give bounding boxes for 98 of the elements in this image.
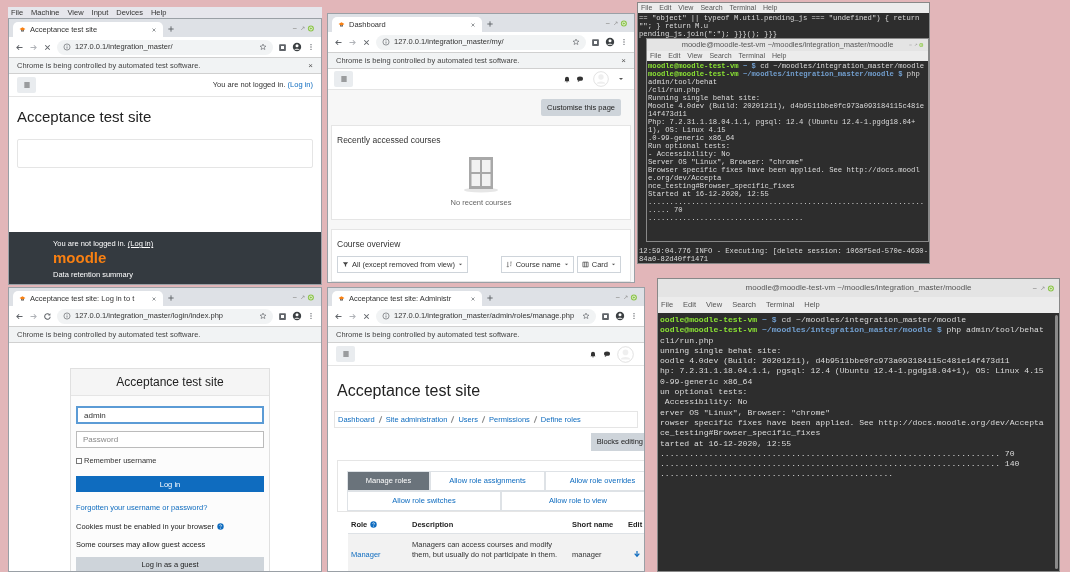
extension-icon[interactable] <box>278 42 287 52</box>
close-icon[interactable] <box>470 295 476 302</box>
terminal-line: un optional tests: <box>660 387 749 398</box>
card-title: Acceptance test site <box>116 374 224 391</box>
chat-icon[interactable] <box>603 350 611 358</box>
close-button[interactable]: × <box>308 61 313 70</box>
terminal-line: tarted at 16-12-2020, 12:55 <box>660 438 793 449</box>
close-button[interactable]: × <box>621 56 626 65</box>
star-icon[interactable] <box>582 312 590 320</box>
account-icon[interactable] <box>605 37 615 47</box>
terminal-line: ...................................................................... 140 <box>660 459 1021 470</box>
terminal-line: ce_testing#Browser_specific_fixes <box>660 428 822 439</box>
back-icon[interactable] <box>334 311 343 321</box>
help-icon[interactable] <box>217 522 224 530</box>
reload-icon[interactable] <box>43 311 52 321</box>
close-icon[interactable] <box>470 21 476 28</box>
terminal-line: hp: 7.2.31.1.18.04.1.1, pgsql: 12.4 (Ubuntu 12.4-1.pgdg18.04+1), OS: Linux 4.15 <box>660 366 1045 377</box>
stop-icon[interactable] <box>362 37 371 47</box>
close-icon[interactable] <box>151 26 157 33</box>
info-icon <box>382 38 390 46</box>
terminal-line: ................................................ <box>660 469 895 480</box>
terminal-line: oodle@moodle-test-vm ~ $ cd ~/moodles/integration_master/moodle <box>660 315 968 326</box>
menu-button[interactable] <box>334 71 353 87</box>
scrollbar[interactable] <box>1054 315 1058 569</box>
moodle-logo: moodle <box>53 250 107 267</box>
stop-icon[interactable] <box>43 42 52 52</box>
star-icon[interactable] <box>259 43 267 51</box>
forward-icon[interactable] <box>348 37 357 47</box>
star-icon[interactable] <box>259 312 267 320</box>
menu-button[interactable] <box>336 346 355 362</box>
plus-icon[interactable] <box>167 25 175 33</box>
account-icon[interactable] <box>292 311 302 321</box>
terminal-line: rowser specific fixes have been applied. See http://docs.moodle.org/dev/Accepta <box>660 417 1045 429</box>
password-field[interactable]: Password <box>76 431 264 448</box>
plus-icon[interactable] <box>486 20 494 28</box>
more-icon[interactable] <box>620 38 628 46</box>
menu-icon <box>341 350 350 358</box>
window-controls-icon[interactable] <box>1031 283 1055 293</box>
filter-icon <box>342 260 349 268</box>
terminal-line: Accessibility: No <box>663 397 749 408</box>
more-icon[interactable] <box>307 312 315 320</box>
terminal-line: 0-99-generic x86_64 <box>660 376 754 388</box>
window-controls-icon[interactable] <box>291 24 315 33</box>
menu-icon <box>22 81 31 89</box>
menu-icon <box>339 75 348 83</box>
hat-icon <box>19 26 26 33</box>
terminal-line: erver OS "Linux", Browser: "chrome" <box>660 407 831 418</box>
window-controls-icon[interactable] <box>614 293 638 302</box>
hat-icon <box>19 295 26 302</box>
caret-icon[interactable] <box>618 76 624 82</box>
plus-icon[interactable] <box>486 294 494 302</box>
down-arrow-icon[interactable] <box>633 549 641 558</box>
back-icon[interactable] <box>334 37 343 47</box>
info-icon <box>63 43 71 51</box>
page-title: Acceptance test site <box>16 107 153 127</box>
sort-icon <box>505 260 513 268</box>
more-icon[interactable] <box>307 43 315 51</box>
block-heading: Course overview <box>337 238 402 251</box>
checkbox[interactable] <box>76 457 82 464</box>
terminal-line: ...................................................................... 70 <box>660 448 1016 460</box>
extension-icon[interactable] <box>591 37 600 47</box>
account-icon[interactable] <box>615 311 625 321</box>
info-icon <box>382 312 390 320</box>
forward-icon[interactable] <box>29 311 38 321</box>
menu-button[interactable] <box>17 77 36 93</box>
back-icon[interactable] <box>15 311 24 321</box>
back-icon[interactable] <box>15 42 24 52</box>
terminal-line: unning single behat site: <box>660 345 783 357</box>
extension-icon[interactable] <box>601 311 610 321</box>
terminal-line: cli/run.php <box>660 335 715 346</box>
username-field[interactable]: admin <box>76 406 264 424</box>
grid-icon <box>581 260 589 268</box>
star-icon[interactable] <box>572 38 580 46</box>
close-icon[interactable] <box>151 295 157 302</box>
window-title: moodle@moodle-test-vm ~/moodles/integration_master/moodle <box>745 282 972 294</box>
more-icon[interactable] <box>630 312 638 320</box>
hat-icon <box>338 295 345 302</box>
help-icon[interactable] <box>370 520 378 528</box>
terminal-line: oodle 4.0dev (Build: 20201211), d4b9511bbe0fc973a093184115c481e14f473d11 <box>660 356 1011 367</box>
caret-icon <box>611 261 616 267</box>
hat-icon <box>338 21 345 28</box>
block-heading: Recently accessed courses <box>337 134 442 147</box>
caret-icon <box>457 261 463 267</box>
bell-icon[interactable] <box>563 75 571 83</box>
terminal-line: oodle@moodle-test-vm ~/moodles/integration_master/moodle $ php admin/tool/behat <box>660 325 1045 336</box>
account-icon[interactable] <box>292 42 302 52</box>
forward-icon[interactable] <box>29 42 38 52</box>
stop-icon[interactable] <box>362 311 371 321</box>
window-controls-icon[interactable] <box>291 293 315 302</box>
bell-icon[interactable] <box>589 350 597 358</box>
extension-icon[interactable] <box>278 311 287 321</box>
page-title: Acceptance test site <box>336 381 482 401</box>
window-controls-icon[interactable] <box>604 19 628 28</box>
forward-icon[interactable] <box>348 311 357 321</box>
chat-icon[interactable] <box>576 75 584 83</box>
plus-icon[interactable] <box>167 294 175 302</box>
info-icon <box>63 312 71 320</box>
caret-icon <box>563 261 569 267</box>
